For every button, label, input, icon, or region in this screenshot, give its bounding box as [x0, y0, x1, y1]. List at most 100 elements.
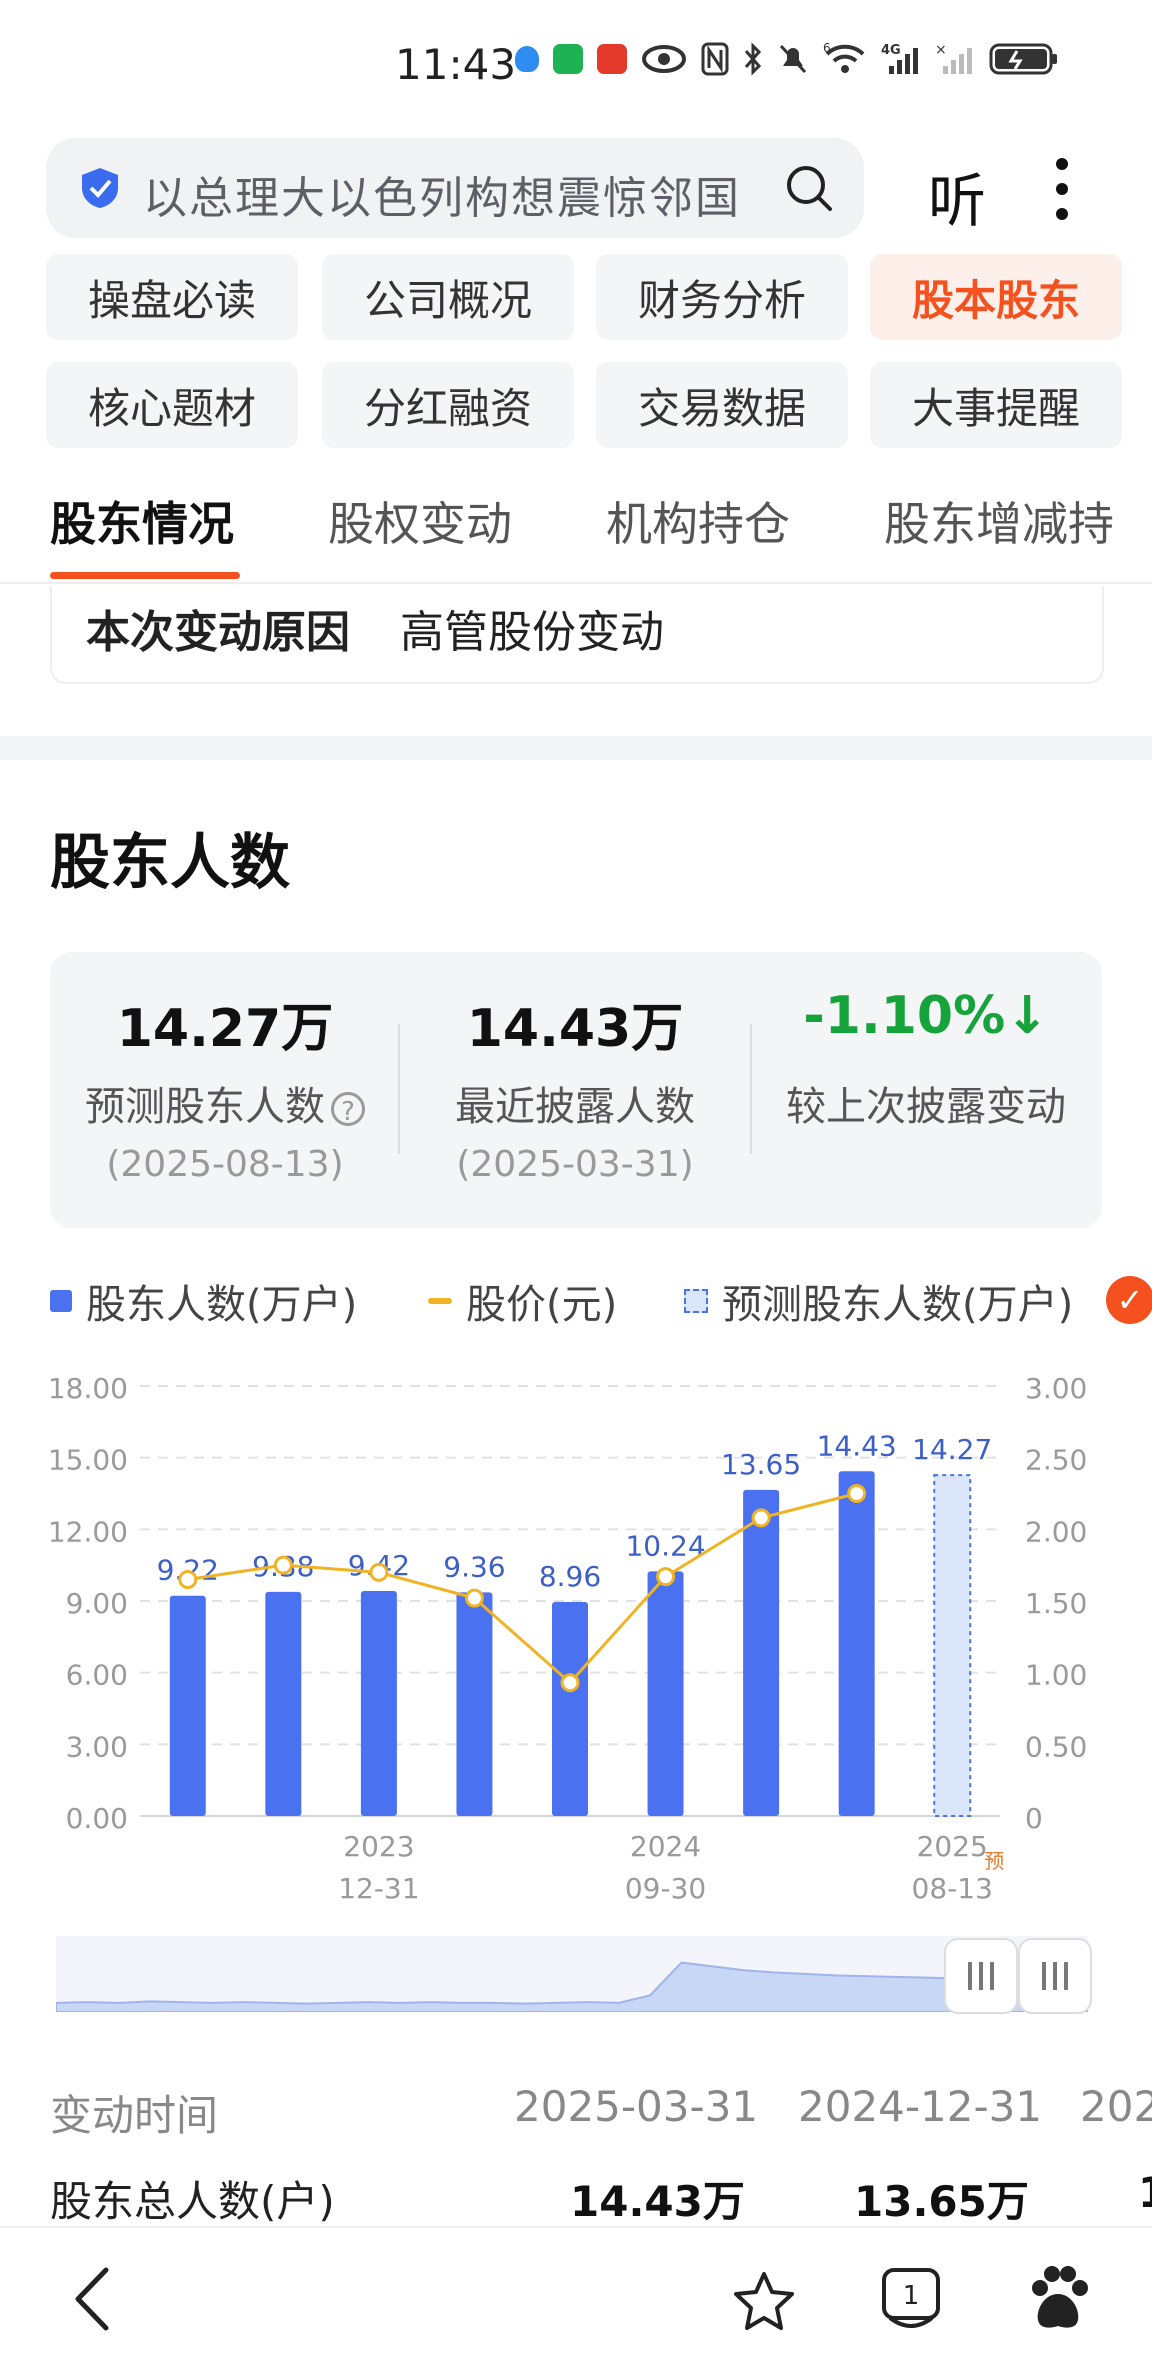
section-title: 股东人数: [50, 828, 290, 898]
latest-count: 14.43万: [466, 999, 684, 1059]
bluetooth-icon: [744, 42, 762, 76]
status-icons: 6 4G ×: [515, 42, 1059, 76]
y-tick-left: 18.00: [48, 1372, 128, 1405]
bar: [552, 1601, 588, 1816]
legend-holders[interactable]: 股东人数(万户): [50, 1272, 357, 1330]
x-tick-year: 2025: [917, 1830, 988, 1863]
bottom-toolbar: [0, 2226, 1152, 2378]
wifi-icon: 6: [823, 42, 865, 73]
table-header-col: 2024-12-31: [798, 2082, 1043, 2131]
change-label: 较上次披露变动: [786, 1084, 1066, 1130]
predicted-date: (2025-08-13): [106, 1144, 344, 1185]
help-icon[interactable]: ?: [331, 1092, 365, 1127]
price-point: [751, 1508, 771, 1528]
svg-text:×: ×: [935, 42, 947, 58]
price-point: [560, 1673, 580, 1693]
table-cell: 13.65万: [854, 2177, 1029, 2226]
price-point: [273, 1555, 293, 1575]
x-tick-date: 09-30: [625, 1872, 706, 1900]
latest-date: (2025-03-31): [456, 1144, 694, 1185]
bar-label: 14.43: [817, 1429, 897, 1462]
more-menu-icon[interactable]: [1052, 158, 1072, 224]
legend-bar-swatch: [50, 1290, 72, 1312]
table-header-col: 202: [1080, 2082, 1152, 2131]
y-tick-right: 1.50: [1025, 1587, 1087, 1620]
bar: [838, 1471, 875, 1816]
predicted-label: 预测股东人数?: [50, 1074, 400, 1132]
y-tick-right: 1.00: [1025, 1659, 1087, 1692]
y-tick-left: 3.00: [66, 1730, 128, 1763]
change-reason-value: 高管股份变动: [400, 607, 664, 658]
bar: [456, 1592, 493, 1816]
predicted-count: 14.27万: [116, 999, 334, 1059]
tab-shareholder-status[interactable]: 股东情况: [50, 488, 234, 554]
status-time: 11:43: [395, 40, 517, 89]
price-point: [369, 1562, 389, 1582]
search-icon[interactable]: [783, 162, 835, 214]
tab-active-indicator: [50, 572, 240, 579]
listen-button[interactable]: 听: [928, 154, 986, 238]
tab-institution-holding[interactable]: 机构持仓: [606, 488, 790, 554]
baidu-paw-icon[interactable]: [1026, 2264, 1090, 2334]
bar: [360, 1590, 397, 1816]
section-separator: [0, 736, 1152, 760]
mute-icon: [779, 44, 807, 74]
x-tick-year: 2024: [630, 1830, 701, 1863]
y-tick-right: 2.50: [1025, 1444, 1087, 1477]
nav-grid-item-caopan[interactable]: 操盘必读: [46, 254, 298, 340]
nav-grid-item-trading[interactable]: 交易数据: [596, 362, 848, 448]
table-cell: 1: [1138, 2168, 1152, 2217]
predicted-bar: [933, 1474, 972, 1817]
tabs-count: 1: [903, 2281, 920, 2311]
x-tick-date: 08-13: [912, 1872, 993, 1900]
x-tick-date: 12-31: [338, 1872, 419, 1900]
table-header-label: 变动时间: [50, 2091, 219, 2140]
y-tick-right: 0: [1025, 1802, 1043, 1835]
y-tick-left: 9.00: [66, 1587, 128, 1620]
table-cell: 14.43万: [570, 2177, 745, 2226]
search-input[interactable]: 以总理大以色列构想震惊邻国: [143, 162, 741, 226]
signal-4g-icon: 4G: [881, 43, 918, 74]
navigator-handle-left[interactable]: [944, 1938, 1018, 2014]
eye-icon: [642, 45, 686, 73]
bar: [743, 1489, 780, 1816]
bar: [265, 1591, 302, 1816]
wechat-icon: [553, 44, 583, 74]
y-tick-right: 2.00: [1025, 1515, 1087, 1548]
tab-holding-change[interactable]: 股东增减持: [884, 488, 1114, 554]
table-row-label: 股东总人数(户): [50, 2177, 335, 2226]
y-tick-left: 15.00: [48, 1444, 128, 1477]
battery-charging-icon: [989, 43, 1057, 75]
tab-equity-change[interactable]: 股权变动: [328, 488, 512, 554]
change-reason-label: 本次变动原因: [86, 607, 350, 658]
back-icon[interactable]: [70, 2264, 114, 2334]
nav-grid-item-events[interactable]: 大事提醒: [870, 362, 1122, 448]
y-tick-right: 3.00: [1025, 1372, 1087, 1405]
svg-text:6: 6: [823, 42, 831, 55]
nav-grid-item-theme[interactable]: 核心题材: [46, 362, 298, 448]
bar-label: 10.24: [625, 1529, 705, 1562]
stats-card: 14.27万 预测股东人数? (2025-08-13) 14.43万 最近披露人…: [50, 952, 1102, 1228]
price-point: [178, 1570, 198, 1589]
predicted-bar-label: 14.27: [912, 1433, 992, 1466]
nav-grid-item-dividend[interactable]: 分红融资: [322, 362, 574, 448]
nav-grid-item-finance[interactable]: 财务分析: [596, 254, 848, 340]
legend-line-swatch: [428, 1298, 452, 1304]
y-tick-left: 6.00: [66, 1659, 128, 1692]
latest-label: 最近披露人数: [455, 1084, 695, 1130]
navigator-handle-right[interactable]: [1018, 1938, 1092, 2014]
app-icon: [597, 44, 627, 74]
legend-predicted[interactable]: 预测股东人数(万户): [684, 1272, 1073, 1330]
tabs-count-icon[interactable]: 1: [880, 2266, 942, 2336]
legend-check-icon[interactable]: ✓: [1106, 1276, 1152, 1324]
price-point: [656, 1567, 676, 1587]
shareholder-chart: 18.00 15.00 12.00 9.00 6.00 3.00 0.00 3.00 2.50 2…: [48, 1372, 1088, 1900]
star-icon[interactable]: [732, 2270, 796, 2332]
bar: [169, 1595, 206, 1816]
chart-navigator[interactable]: [56, 1936, 1088, 2012]
nav-grid-item-company[interactable]: 公司概况: [322, 254, 574, 340]
y-tick-right: 0.50: [1025, 1730, 1087, 1763]
nav-grid-item-shareholders[interactable]: 股本股东: [870, 254, 1122, 340]
legend-price[interactable]: 股价(元): [428, 1272, 617, 1330]
change-percent: -1.10%↓: [803, 986, 1049, 1046]
